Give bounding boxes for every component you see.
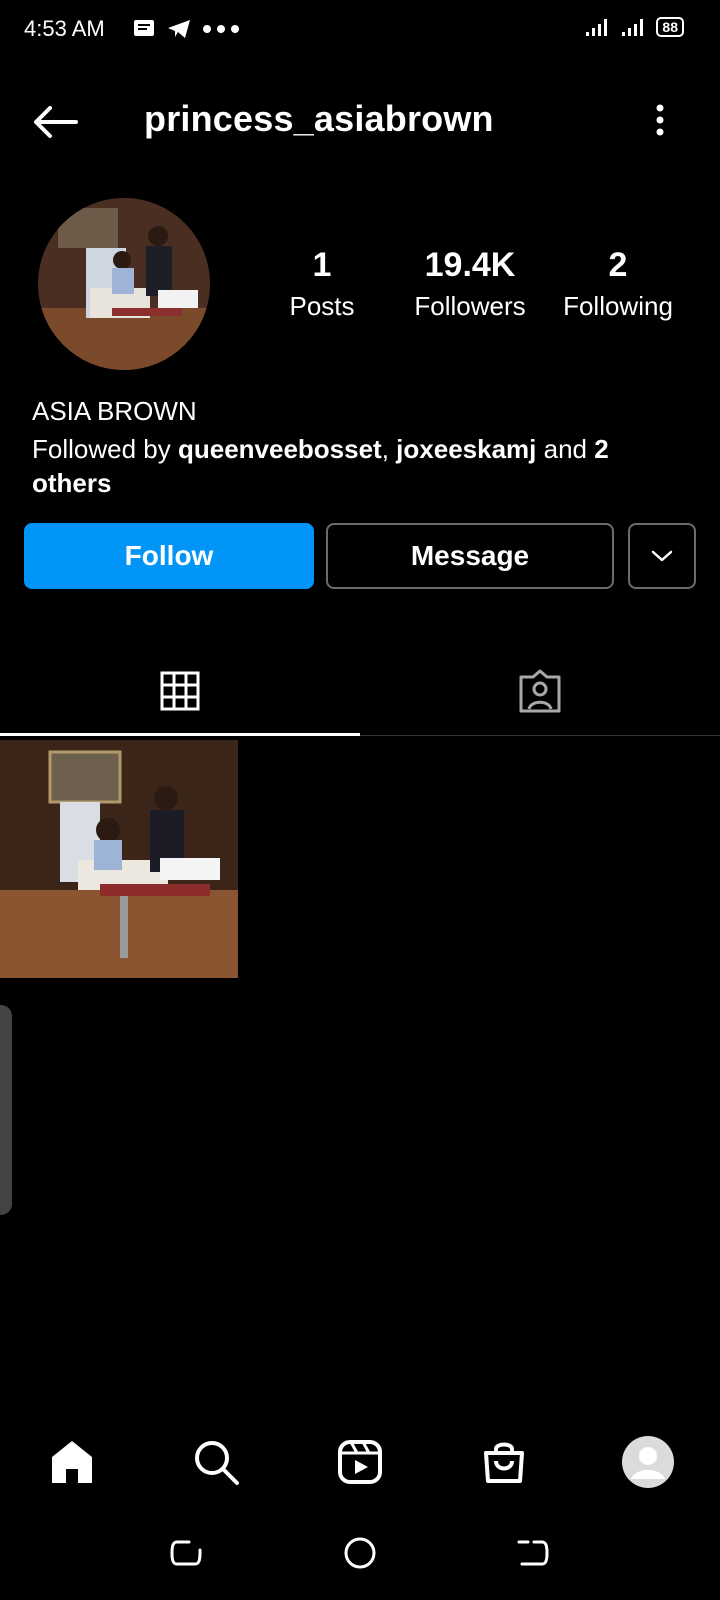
- stat-value: 2: [608, 246, 628, 284]
- status-right-icons: 88: [584, 16, 684, 38]
- follower-link[interactable]: joxeeskamj: [396, 434, 536, 464]
- system-home-icon: [344, 1537, 376, 1569]
- message-icon: [134, 20, 154, 36]
- more-vertical-icon: [656, 104, 664, 136]
- post-photo: [0, 740, 238, 978]
- post-thumbnail[interactable]: [0, 740, 238, 978]
- stat-posts[interactable]: 1 Posts: [252, 246, 392, 322]
- followed-by-prefix: Followed by: [32, 434, 178, 464]
- tagged-icon: [519, 669, 561, 713]
- signal-icon: [586, 19, 608, 36]
- stat-label: Posts: [289, 291, 355, 321]
- shop-icon: [484, 1442, 524, 1483]
- search-icon: [195, 1441, 239, 1485]
- telegram-icon: [168, 20, 190, 38]
- battery-icon: 88: [656, 17, 684, 37]
- stat-following[interactable]: 2 Following: [548, 246, 688, 322]
- system-home-button[interactable]: [337, 1530, 383, 1576]
- message-button[interactable]: Message: [326, 523, 614, 589]
- separator: ,: [381, 434, 397, 464]
- avatar-photo: [38, 198, 210, 370]
- nav-search[interactable]: [186, 1432, 246, 1492]
- stat-label: Following: [563, 291, 673, 321]
- suggested-accounts-button[interactable]: [628, 523, 696, 589]
- profile-username: princess_asiabrown: [144, 98, 494, 139]
- more-dots-icon: [203, 25, 239, 33]
- system-back-icon: [170, 1540, 202, 1566]
- system-back-button[interactable]: [163, 1530, 209, 1576]
- back-button[interactable]: [30, 100, 82, 144]
- stat-value: 19.4K: [424, 246, 516, 284]
- grid-icon: [160, 671, 200, 711]
- status-left-icons: [132, 18, 240, 40]
- nav-home[interactable]: [42, 1432, 102, 1492]
- back-arrow-icon: [34, 106, 78, 138]
- edge-panel-handle[interactable]: [0, 1005, 12, 1215]
- signal-icon: [622, 19, 644, 36]
- system-recents-icon: [517, 1540, 549, 1566]
- follower-link[interactable]: queenveebosset: [178, 434, 382, 464]
- stat-label: Followers: [414, 291, 526, 321]
- active-tab-indicator: [0, 733, 360, 736]
- home-icon: [52, 1441, 92, 1483]
- nav-profile[interactable]: [618, 1432, 678, 1492]
- display-name: ASIA BROWN: [32, 396, 197, 426]
- tab-tagged[interactable]: [360, 650, 720, 732]
- follow-button[interactable]: Follow: [24, 523, 314, 589]
- chevron-down-icon: [651, 550, 673, 562]
- nav-shop[interactable]: [474, 1432, 534, 1492]
- profile-avatar-icon: [622, 1436, 674, 1488]
- nav-reels[interactable]: [330, 1432, 390, 1492]
- followed-by-text[interactable]: Followed by queenveebosset, joxeeskamj a…: [32, 432, 692, 500]
- stat-value: 1: [312, 246, 332, 284]
- tab-posts-grid[interactable]: [0, 650, 360, 732]
- status-time: 4:53 AM: [24, 16, 105, 41]
- more-options-button[interactable]: [650, 100, 670, 140]
- profile-avatar[interactable]: [38, 198, 210, 370]
- system-recents-button[interactable]: [510, 1530, 556, 1576]
- reels-icon: [338, 1440, 382, 1484]
- stat-followers[interactable]: 19.4K Followers: [400, 246, 540, 322]
- and-text: and: [536, 434, 595, 464]
